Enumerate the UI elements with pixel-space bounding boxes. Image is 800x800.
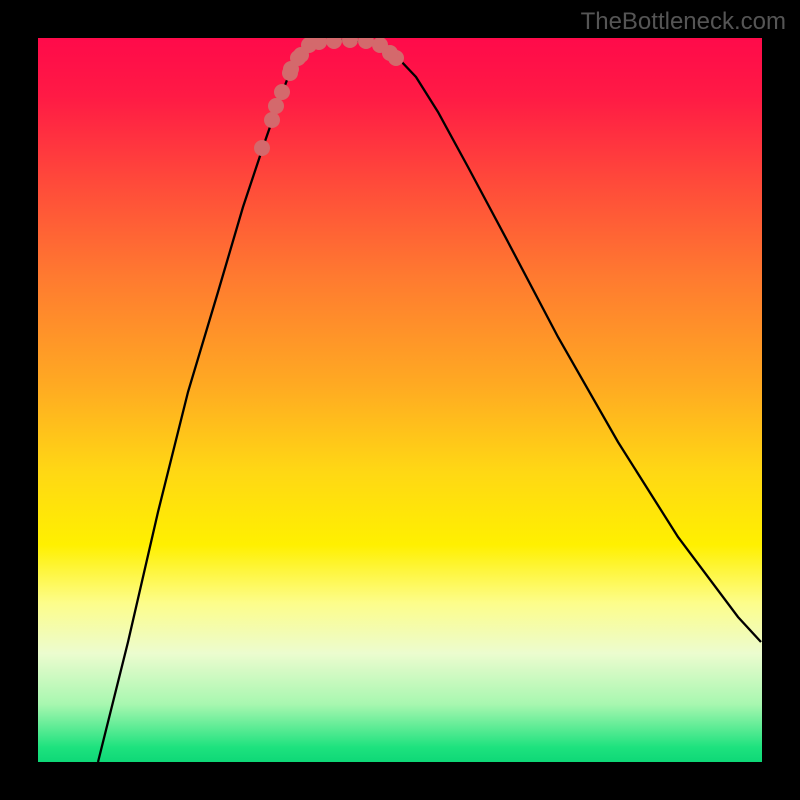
marker-dot — [342, 38, 358, 48]
marker-dot — [358, 38, 374, 49]
marker-dot — [264, 112, 280, 128]
curve-markers — [254, 38, 404, 156]
marker-dot — [254, 140, 270, 156]
marker-dot — [268, 98, 284, 114]
marker-dot — [290, 50, 306, 66]
marker-dot — [274, 84, 290, 100]
plot-area — [38, 38, 762, 762]
bottleneck-curve — [98, 40, 761, 762]
marker-dot — [326, 38, 342, 49]
watermark-label: TheBottleneck.com — [581, 8, 786, 36]
chart-container: TheBottleneck.com — [0, 0, 800, 800]
chart-svg — [38, 38, 762, 762]
